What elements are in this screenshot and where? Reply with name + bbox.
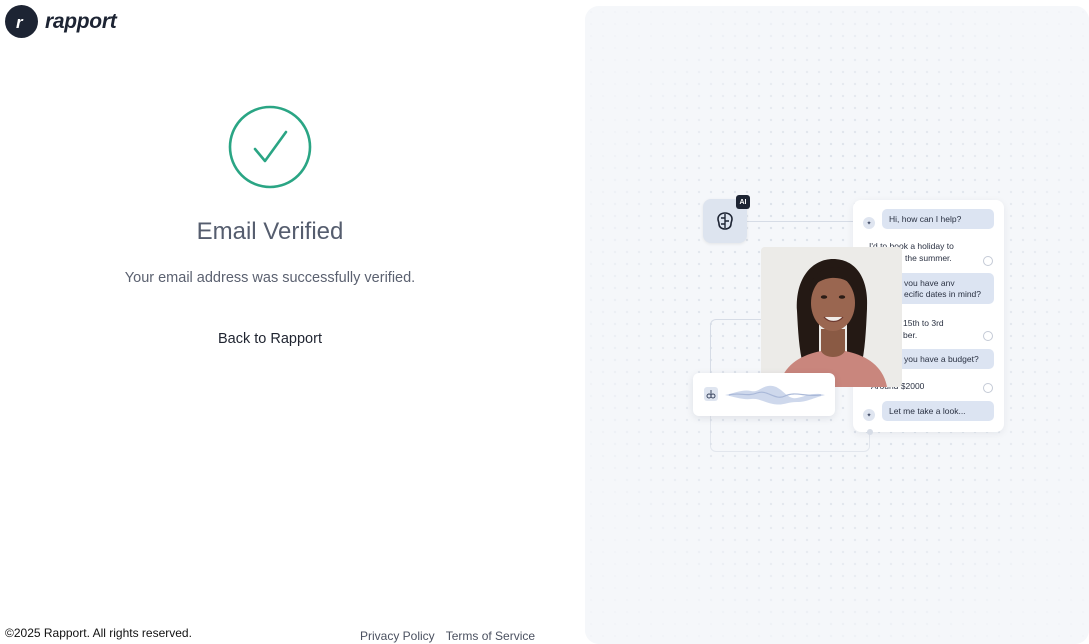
back-to-rapport-link[interactable]: Back to Rapport (218, 331, 322, 347)
chat-message-bot: you have a budget? (897, 349, 994, 369)
check-circle-icon (228, 105, 312, 189)
logo-letter: r (16, 13, 24, 32)
back-to-rapport-link-row: Back to Rapport (0, 331, 540, 347)
chat-message-bot: Let me take a look... (882, 401, 994, 421)
ai-avatar-portrait (761, 247, 902, 387)
logo-wordmark: rapport (45, 9, 117, 33)
connector-line (747, 221, 853, 222)
terms-of-service-link[interactable]: Terms of Service (446, 629, 535, 643)
connector-line (710, 319, 761, 375)
connector-dot (867, 429, 873, 435)
chat-message-user: ber. (903, 330, 918, 340)
bot-avatar-icon: ✦ (863, 217, 875, 229)
user-avatar-icon (983, 256, 993, 266)
privacy-policy-link[interactable]: Privacy Policy (360, 629, 435, 643)
copyright-text: ©2025 Rapport. All rights reserved. (5, 626, 192, 640)
voice-agent-icon (704, 387, 718, 401)
voice-waveform-card (693, 373, 835, 416)
user-avatar-icon (983, 331, 993, 341)
logo-mark-icon: r (5, 5, 38, 38)
bot-avatar-icon: ✦ (863, 409, 875, 421)
audio-waveform-icon (725, 385, 825, 405)
brain-icon (717, 212, 733, 230)
footer-links: Privacy Policy Terms of Service (360, 629, 535, 643)
chat-message-bot: Hi, how can I help? (882, 209, 994, 229)
user-avatar-icon (983, 383, 993, 393)
page-title: Email Verified (196, 218, 344, 245)
connector-line (710, 416, 870, 452)
chat-message-user: the summer. (905, 253, 952, 263)
ai-badge: AI (736, 195, 750, 209)
verification-message: Your email address was successfully veri… (124, 270, 416, 286)
rapport-logo[interactable]: r rapport (5, 5, 117, 38)
chat-message-bot: ecific dates in mind? (897, 286, 994, 304)
